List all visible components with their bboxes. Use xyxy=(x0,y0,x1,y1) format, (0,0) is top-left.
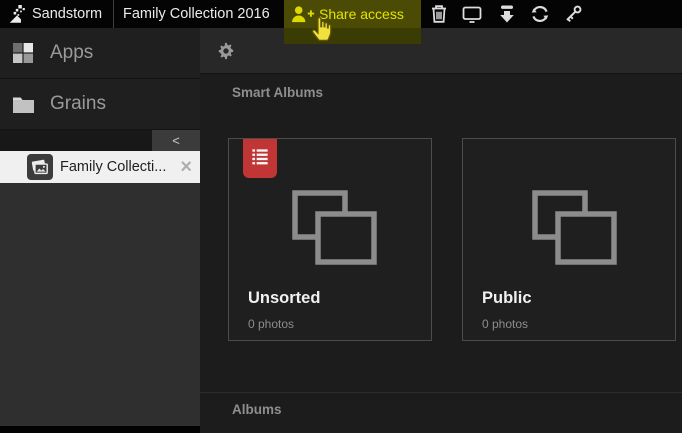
download-icon xyxy=(496,13,518,28)
download-button[interactable] xyxy=(496,3,518,25)
album-name: Public xyxy=(482,289,532,308)
app-name: Sandstorm xyxy=(32,6,102,22)
smart-albums-heading: Smart Albums xyxy=(232,85,323,100)
sidebar-collapse-strip: < xyxy=(0,130,200,151)
open-grain-label: Family Collecti... xyxy=(60,159,166,175)
apps-grid-icon xyxy=(12,42,35,64)
top-bar: Sandstorm Family Collection 2016 Share a… xyxy=(0,0,682,28)
open-grain-tab[interactable]: Family Collecti... × xyxy=(0,151,200,183)
stacked-photos-icon xyxy=(289,187,381,272)
album-name: Unsorted xyxy=(248,289,320,308)
grain-content: Smart Albums Unsorted xyxy=(200,28,682,433)
sidebar-collapse-button[interactable]: < xyxy=(152,130,200,151)
album-card-public[interactable]: Public 0 photos xyxy=(462,138,676,341)
albums-section-divider xyxy=(200,392,682,393)
albums-heading: Albums xyxy=(232,402,282,417)
album-card-unsorted[interactable]: Unsorted 0 photos xyxy=(228,138,432,341)
grain-title: Family Collection 2016 xyxy=(123,0,270,28)
key-icon xyxy=(562,13,584,28)
sidebar-item-label: Apps xyxy=(50,42,93,64)
settings-gear-icon[interactable] xyxy=(217,42,235,60)
share-access-label: Share access xyxy=(319,6,404,22)
share-button-highlight xyxy=(284,28,421,44)
app-toolbar xyxy=(200,28,682,74)
sidebar: Apps Grains < Family xyxy=(0,28,200,433)
person-plus-icon xyxy=(290,5,315,24)
trash-button[interactable] xyxy=(428,3,450,25)
stacked-photos-icon xyxy=(529,187,621,272)
sidebar-item-apps[interactable]: Apps xyxy=(0,28,200,79)
close-grain-button[interactable]: × xyxy=(180,151,192,183)
key-button[interactable] xyxy=(562,3,584,25)
monitor-button[interactable] xyxy=(461,3,483,25)
sandstorm-home-link[interactable]: Sandstorm xyxy=(8,0,102,28)
folder-icon xyxy=(12,95,35,114)
sandstorm-logo-icon xyxy=(8,5,27,24)
app-window: Sandstorm Family Collection 2016 Share a… xyxy=(0,0,682,433)
monitor-icon xyxy=(461,13,483,28)
list-icon xyxy=(251,148,269,178)
share-access-button[interactable]: Share access xyxy=(284,0,421,28)
topbar-divider xyxy=(113,0,114,28)
sidebar-bottom-strip xyxy=(0,426,200,433)
album-photo-count: 0 photos xyxy=(248,317,294,331)
refresh-button[interactable] xyxy=(529,3,551,25)
unsorted-list-badge xyxy=(243,139,277,178)
album-photo-count: 0 photos xyxy=(482,317,528,331)
sidebar-item-grains[interactable]: Grains xyxy=(0,79,200,130)
photo-app-icon xyxy=(27,154,53,180)
sidebar-item-label: Grains xyxy=(50,93,106,115)
trash-icon xyxy=(428,13,450,28)
refresh-icon xyxy=(529,13,551,28)
